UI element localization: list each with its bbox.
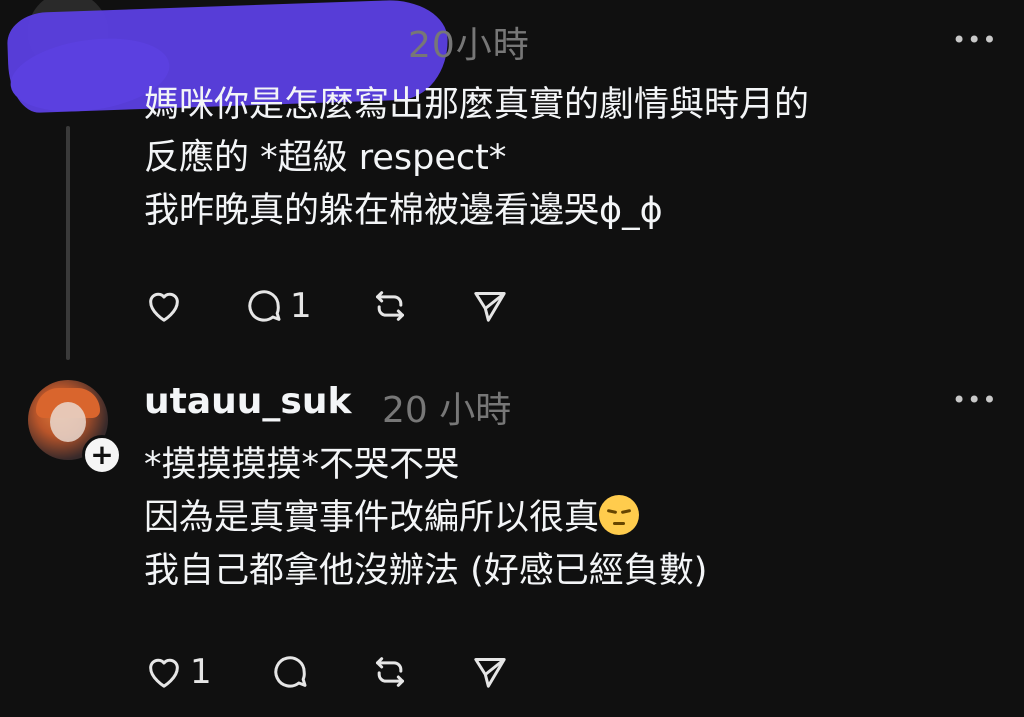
post-body: 媽咪你是怎麼寫出那麼真實的劇情與時月的 反應的 *超級 respect* 我昨晚真的… — [144, 79, 809, 238]
send-icon — [474, 292, 506, 322]
like-count: 1 — [190, 652, 212, 692]
username[interactable]: utauu_suk — [144, 381, 351, 422]
reply-button[interactable] — [270, 652, 310, 692]
post-timestamp: 20 小時 — [382, 390, 512, 431]
pensive-face-emoji-icon — [599, 495, 640, 535]
thread-line — [66, 126, 70, 360]
more-options-icon[interactable]: ••• — [952, 386, 997, 414]
repost-icon — [376, 657, 404, 687]
post-line: 因為是真實事件改編所以很真 — [144, 492, 707, 545]
post-timestamp: 20小時 — [408, 25, 530, 66]
reply-count: 1 — [290, 286, 312, 326]
share-button[interactable] — [470, 286, 510, 326]
like-button[interactable] — [144, 286, 184, 326]
repost-button[interactable] — [370, 652, 410, 692]
post-line: 媽咪你是怎麼寫出那麼真實的劇情與時月的 — [144, 85, 810, 125]
post-body: *摸摸摸摸*不哭不哭因為是真實事件改編所以很真我自己都拿他沒辦法 (好感已經負數… — [144, 439, 707, 598]
follow-button[interactable]: + — [82, 435, 122, 475]
comment-icon — [248, 290, 281, 322]
comment-icon — [274, 656, 307, 688]
post-line: *摸摸摸摸*不哭不哭 — [144, 445, 460, 485]
avatar-face — [50, 402, 86, 442]
post-line: 我昨晚真的躲在棉被邊看邊哭ɸ_ɸ — [144, 191, 663, 231]
like-button[interactable]: 1 — [144, 652, 212, 692]
post-line: 反應的 *超級 respect* — [144, 138, 507, 178]
repost-button[interactable] — [370, 286, 410, 326]
post-line: 我自己都拿他沒辦法 (好感已經負數) — [144, 551, 708, 591]
send-icon — [474, 658, 506, 688]
repost-icon — [376, 291, 404, 321]
more-options-icon[interactable]: ••• — [952, 26, 997, 54]
share-button[interactable] — [470, 652, 510, 692]
reply-button[interactable]: 1 — [244, 286, 312, 326]
heart-icon — [149, 292, 179, 322]
heart-icon — [149, 658, 179, 688]
